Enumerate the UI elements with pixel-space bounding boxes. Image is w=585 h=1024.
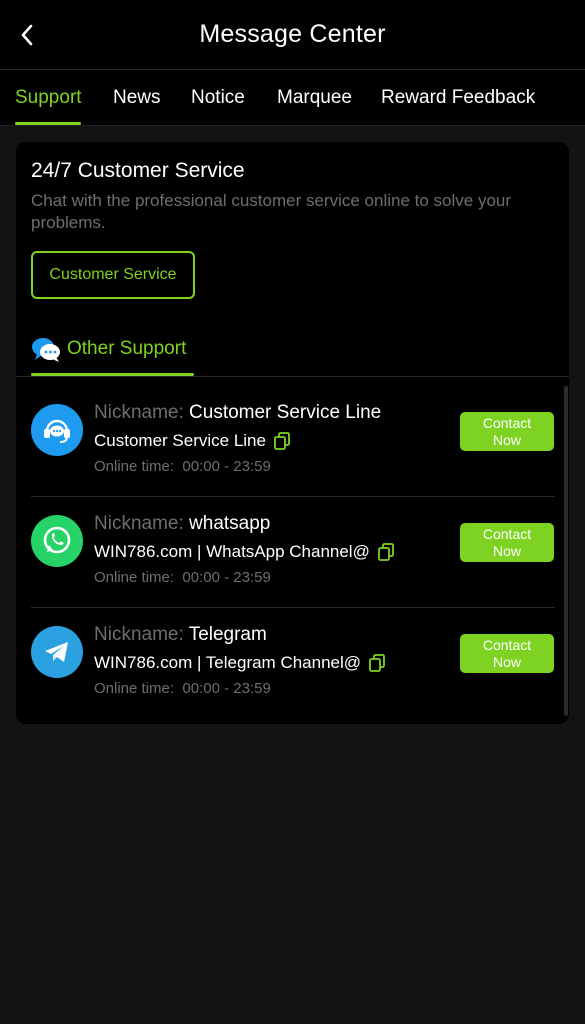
contact-row-customer-service: Nickname: Customer Service Line Customer…	[31, 386, 555, 497]
nickname-label: Nickname:	[94, 402, 184, 423]
tab-marquee[interactable]: Marquee	[277, 87, 352, 109]
header-bar: Message Center	[0, 0, 585, 70]
nickname-line: Nickname: whatsapp	[94, 513, 270, 535]
online-time: Online time: 00:00 - 23:59	[94, 680, 271, 697]
tab-reward-feedback[interactable]: Reward Feedback	[381, 87, 535, 109]
contact-now-button[interactable]: Contact Now	[460, 412, 554, 451]
tab-news[interactable]: News	[113, 87, 161, 109]
nickname-label: Nickname:	[94, 624, 184, 645]
contact-now-button[interactable]: Contact Now	[460, 523, 554, 562]
active-tab-indicator	[15, 122, 81, 125]
headset-icon	[31, 404, 83, 456]
whatsapp-icon	[31, 515, 83, 567]
contact-row-telegram: Nickname: Telegram WIN786.com | Telegram…	[31, 608, 555, 719]
online-time: Online time: 00:00 - 23:59	[94, 458, 271, 475]
other-support-tab[interactable]: Other Support	[31, 334, 194, 374]
online-time-label: Online time:	[94, 458, 175, 475]
page-title: Message Center	[199, 20, 386, 48]
scrollbar[interactable]	[564, 386, 568, 716]
tab-notice[interactable]: Notice	[191, 87, 245, 109]
nickname-value: whatsapp	[189, 513, 271, 534]
online-time-value: 00:00 - 23:59	[182, 458, 271, 475]
channel-name: WIN786.com | Telegram Channel@	[94, 653, 362, 672]
nickname-label: Nickname:	[94, 513, 184, 534]
nickname-value: Customer Service Line	[189, 402, 382, 423]
nickname-line: Nickname: Customer Service Line	[94, 402, 381, 424]
copy-icon[interactable]	[369, 654, 385, 672]
service-description: Chat with the professional customer serv…	[31, 191, 512, 232]
copy-icon[interactable]	[274, 432, 290, 450]
support-card: 24/7 Customer Service Chat with the prof…	[16, 142, 569, 724]
nickname-value: Telegram	[188, 624, 267, 645]
customer-service-button[interactable]: Customer Service	[31, 251, 195, 299]
nickname-line: Nickname: Telegram	[94, 624, 267, 646]
section-divider	[16, 376, 569, 377]
contact-row-whatsapp: Nickname: whatsapp WIN786.com | WhatsApp…	[31, 497, 555, 608]
online-time-label: Online time:	[94, 569, 175, 586]
service-title: 24/7 Customer Service	[31, 159, 245, 182]
contact-now-button[interactable]: Contact Now	[460, 634, 554, 673]
tab-support[interactable]: Support	[15, 87, 82, 109]
online-time-value: 00:00 - 23:59	[182, 569, 271, 586]
online-time-label: Online time:	[94, 680, 175, 697]
channel-name: Customer Service Line	[94, 431, 266, 450]
channel-line: WIN786.com | Telegram Channel@	[94, 653, 385, 673]
other-support-label: Other Support	[67, 338, 187, 359]
copy-icon[interactable]	[377, 543, 394, 561]
channel-line: WIN786.com | WhatsApp Channel@	[94, 542, 394, 562]
online-time-value: 00:00 - 23:59	[182, 680, 271, 697]
chat-bubbles-icon	[32, 338, 60, 362]
channel-name: WIN786.com | WhatsApp Channel@	[94, 542, 370, 561]
online-time: Online time: 00:00 - 23:59	[94, 569, 271, 586]
telegram-icon	[31, 626, 83, 678]
tab-bar: Support News Notice Marquee Reward Feedb…	[0, 70, 585, 126]
channel-line: Customer Service Line	[94, 431, 290, 451]
